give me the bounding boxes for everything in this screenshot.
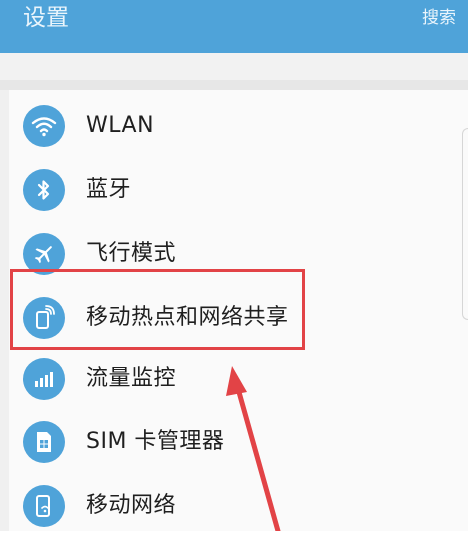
annotation-arrow bbox=[226, 366, 281, 531]
